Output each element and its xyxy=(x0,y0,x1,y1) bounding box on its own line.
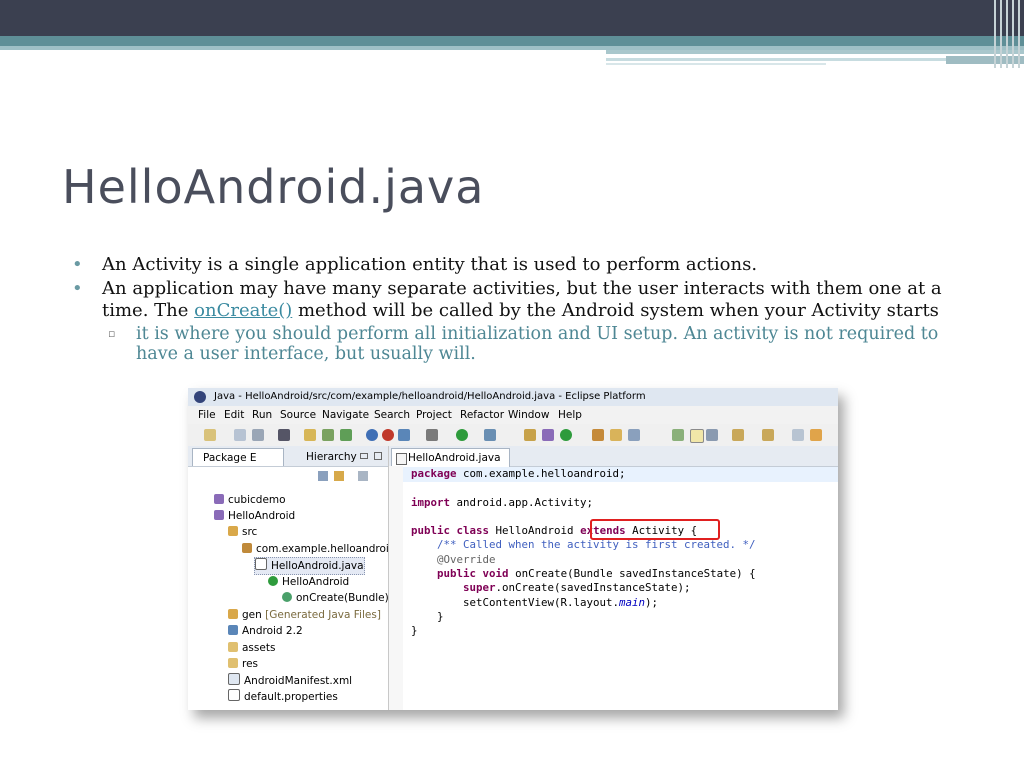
editor-tabs: HelloAndroid.java xyxy=(389,446,838,467)
bullet-glyph: • xyxy=(72,278,83,299)
tree-item-res[interactable]: res xyxy=(228,656,258,672)
tree-item-oncreate[interactable]: onCreate(Bundle) xyxy=(282,590,389,606)
explorer-toolbar xyxy=(188,466,388,486)
menu-edit[interactable]: Edit xyxy=(224,406,244,424)
save-icon[interactable] xyxy=(234,429,246,441)
forward-icon[interactable] xyxy=(810,429,822,441)
minimize-icon[interactable] xyxy=(360,453,368,459)
window-title: Java - HelloAndroid/src/com/example/hell… xyxy=(214,391,646,402)
header-band-dark xyxy=(0,0,1024,36)
tree-item-gen[interactable]: gen [Generated Java Files] xyxy=(228,607,381,623)
test-icon[interactable] xyxy=(340,429,352,441)
editor-tab-helloandroid-java[interactable]: HelloAndroid.java xyxy=(391,448,510,467)
tree-item-helloandroid-project[interactable]: HelloAndroid xyxy=(214,508,295,524)
search-icon[interactable] xyxy=(628,429,640,441)
tree-item-default-properties[interactable]: default.properties xyxy=(228,689,338,705)
bullet-glyph: • xyxy=(72,254,83,275)
new-icon[interactable] xyxy=(204,429,216,441)
toolbar xyxy=(188,424,838,447)
stop-icon[interactable] xyxy=(382,429,394,441)
slide-title: HelloAndroid.java xyxy=(62,160,485,214)
bullet-list: • An Activity is a single application en… xyxy=(72,254,972,364)
menu-bar: File Edit Run Source Navigate Search Pro… xyxy=(188,406,838,424)
highlight-icon[interactable] xyxy=(690,429,704,443)
maximize-icon[interactable] xyxy=(374,452,382,460)
tab-package-explorer[interactable]: Package E xyxy=(192,448,284,466)
menu-search[interactable]: Search xyxy=(374,406,410,424)
link-with-editor-icon[interactable] xyxy=(334,471,344,481)
sub-bullet-glyph: ▫ xyxy=(108,327,116,340)
tree-item-src[interactable]: src xyxy=(228,524,257,540)
menu-source[interactable]: Source xyxy=(280,406,316,424)
view-menu-icon[interactable] xyxy=(358,471,368,481)
menu-refactor[interactable]: Refactor xyxy=(460,406,504,424)
header-decoration xyxy=(606,50,1024,68)
show-whitespace-icon[interactable] xyxy=(706,429,718,441)
oncreate-link[interactable]: onCreate() xyxy=(194,300,292,321)
new-class-icon[interactable] xyxy=(560,429,572,441)
tab-hierarchy[interactable]: Hierarchy xyxy=(294,448,357,466)
eclipse-icon xyxy=(194,391,206,403)
menu-project[interactable]: Project xyxy=(416,406,452,424)
sub-bullet-text: it is where you should perform all initi… xyxy=(136,324,939,364)
tree-item-cubicdemo[interactable]: cubicdemo xyxy=(214,492,286,508)
window-titlebar: Java - HelloAndroid/src/com/example/hell… xyxy=(188,388,838,407)
print-icon[interactable] xyxy=(252,429,264,441)
package-icon[interactable] xyxy=(304,429,316,441)
header-stripes xyxy=(990,0,1024,68)
new-package-icon[interactable] xyxy=(542,429,554,441)
menu-window[interactable]: Window xyxy=(508,406,549,424)
menu-navigate[interactable]: Navigate xyxy=(322,406,369,424)
run-icon[interactable] xyxy=(456,429,468,441)
folder-icon[interactable] xyxy=(610,429,622,441)
header-band-teal xyxy=(0,36,1024,46)
gear-icon[interactable] xyxy=(426,429,438,441)
new-java-project-icon[interactable] xyxy=(524,429,536,441)
bullet-text-suffix: method will be called by the Android sys… xyxy=(292,300,939,321)
bullet-item: • An application may have many separate … xyxy=(72,278,972,322)
sub-bullet-item: ▫ it is where you should perform all ini… xyxy=(72,324,972,364)
code-editor: HelloAndroid.java package com.example.he… xyxy=(389,446,838,710)
android-sdk-icon[interactable] xyxy=(398,429,410,441)
tree-item-helloandroid-class[interactable]: HelloAndroid xyxy=(268,574,349,590)
debug-icon[interactable] xyxy=(278,429,290,441)
package-explorer: Package E Hierarchy cubicdemo HelloAndro… xyxy=(188,446,396,710)
menu-help[interactable]: Help xyxy=(558,406,582,424)
left-tabs: Package E Hierarchy xyxy=(188,446,388,467)
tree-item-helloandroid-java[interactable]: HelloAndroid.java xyxy=(254,557,365,575)
external-tools-icon[interactable] xyxy=(484,429,496,441)
tree-item-manifest[interactable]: AndroidManifest.xml xyxy=(228,673,352,689)
code-text[interactable]: package com.example.helloandroid; import… xyxy=(411,467,756,639)
bullet-item: • An Activity is a single application en… xyxy=(72,254,972,276)
menu-run[interactable]: Run xyxy=(252,406,272,424)
open-type-icon[interactable] xyxy=(592,429,604,441)
globe-icon[interactable] xyxy=(366,429,378,441)
collapse-all-icon[interactable] xyxy=(318,471,328,481)
extends-activity-highlight xyxy=(590,519,720,540)
back-icon[interactable] xyxy=(792,429,804,441)
junit-icon[interactable] xyxy=(322,429,334,441)
annotation-icon[interactable] xyxy=(672,429,684,441)
tree-item-package[interactable]: com.example.helloandroid xyxy=(242,541,396,557)
prev-annotation-icon[interactable] xyxy=(762,429,774,441)
java-file-icon xyxy=(396,453,407,465)
menu-file[interactable]: File xyxy=(198,406,216,424)
editor-gutter xyxy=(389,466,403,710)
tree-item-android-lib[interactable]: Android 2.2 xyxy=(228,623,303,639)
eclipse-screenshot: Java - HelloAndroid/src/com/example/hell… xyxy=(188,388,838,710)
bullet-text: An Activity is a single application enti… xyxy=(102,254,758,275)
tree-item-assets[interactable]: assets xyxy=(228,640,275,656)
next-annotation-icon[interactable] xyxy=(732,429,744,441)
